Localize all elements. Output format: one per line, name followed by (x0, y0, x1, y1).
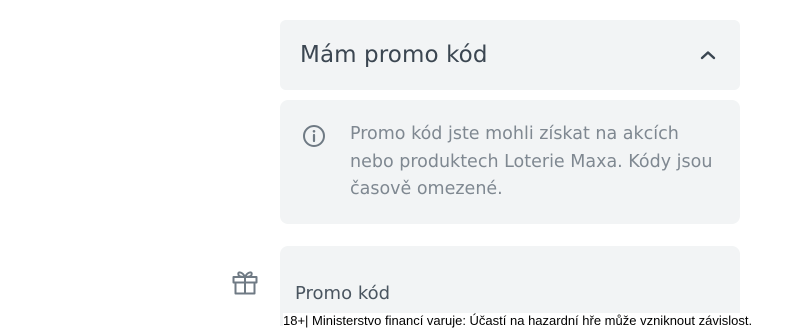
info-icon (302, 124, 326, 148)
promo-info-text: Promo kód jste mohli získat na akcích ne… (350, 124, 713, 199)
promo-code-title: Mám promo kód (300, 42, 488, 68)
gambling-disclaimer: 18+| Ministerstvo financí varuje: Účastí… (283, 313, 753, 329)
promo-code-toggle[interactable]: Mám promo kód (280, 20, 740, 90)
gift-icon (230, 267, 260, 297)
promo-info-box: Promo kód jste mohli získat na akcích ne… (280, 100, 740, 224)
chevron-up-icon[interactable] (698, 45, 718, 65)
